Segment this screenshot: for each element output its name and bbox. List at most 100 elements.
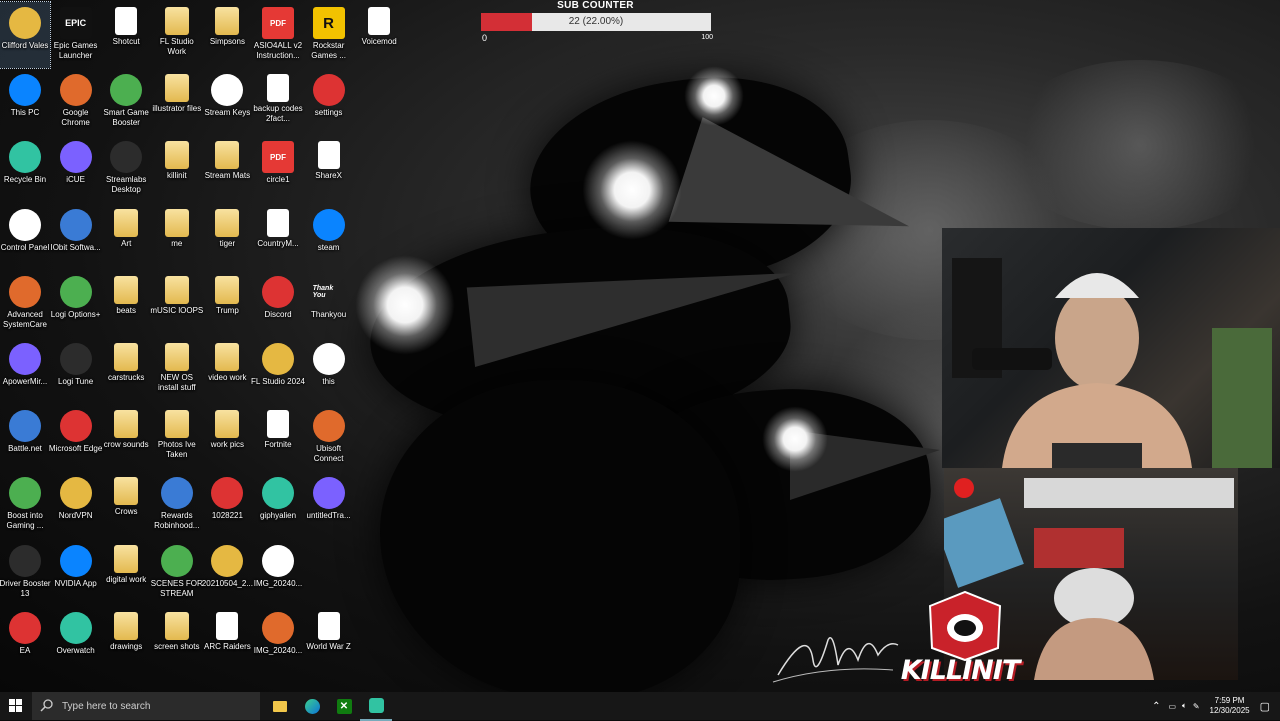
desktop-icon[interactable]: steam xyxy=(304,204,354,270)
desktop-icon[interactable]: FL Studio Work xyxy=(152,2,202,68)
desktop-icon[interactable]: mUSIC lOOPS xyxy=(150,271,203,337)
desktop-icon[interactable]: settings xyxy=(304,69,354,135)
desktop-icon[interactable]: 20210504_2... xyxy=(201,540,253,606)
desktop-icon[interactable]: EPIC Epic Games Launcher xyxy=(51,2,101,68)
desktop-icon-label: tiger xyxy=(219,238,236,248)
desktop-icon[interactable]: R Rockstar Games ... xyxy=(304,2,354,68)
desktop-icon[interactable]: Microsoft Edge xyxy=(49,405,102,471)
taskbar-edge[interactable] xyxy=(296,692,328,720)
desktop-icon[interactable]: killinit xyxy=(152,136,202,202)
desktop-icon[interactable]: Ubisoft Connect xyxy=(304,405,354,471)
desktop-icon[interactable]: Trump xyxy=(202,271,252,337)
desktop-icon[interactable]: Logi Options+ xyxy=(51,271,101,337)
folder-icon xyxy=(215,410,240,439)
desktop-icon[interactable]: IMG_20240... xyxy=(253,540,303,606)
desktop-icon[interactable]: Streamlabs Desktop xyxy=(101,136,151,202)
webcam-figure xyxy=(952,258,1272,468)
desktop-icon[interactable]: iCUE xyxy=(51,136,101,202)
notification-icon[interactable]: ▢ xyxy=(1260,700,1270,713)
desktop-icon[interactable]: Advanced SystemCare xyxy=(0,271,50,337)
desktop-icon[interactable]: beats xyxy=(101,271,151,337)
volume-icon[interactable]: 🔈︎ xyxy=(1182,701,1187,711)
desktop-icon[interactable]: ShareX xyxy=(304,136,354,202)
desktop-icon[interactable]: Clifford Vales xyxy=(0,1,51,69)
desktop-icon[interactable]: PDF circle1 xyxy=(253,136,303,202)
desktop-icon[interactable]: Recycle Bin xyxy=(0,136,50,202)
desktop-icon[interactable]: ARC Raiders xyxy=(202,607,252,673)
desktop-icon-label: 20210504_2... xyxy=(201,578,253,588)
desktop-icon-label: NEW OS install stuff xyxy=(157,373,196,392)
taskbar-streamlabs[interactable] xyxy=(360,691,392,721)
desktop-icon[interactable]: 1028221 xyxy=(202,472,252,538)
desktop-icon[interactable]: Logi Tune xyxy=(51,338,101,404)
desktop-icon[interactable]: Control Panel xyxy=(0,204,50,270)
desktop-icon[interactable]: work pics xyxy=(202,405,252,471)
edge-icon xyxy=(304,698,320,714)
desktop-icon[interactable]: Crows xyxy=(101,472,151,538)
desktop-icon[interactable]: crow sounds xyxy=(101,405,151,471)
desktop-icon[interactable]: Thank You Thankyou xyxy=(304,271,354,337)
desktop-icon[interactable]: EA xyxy=(0,607,50,673)
desktop-icon[interactable]: backup codes 2fact... xyxy=(253,69,303,135)
pen-icon[interactable]: ✎ xyxy=(1193,702,1200,711)
desktop-icon[interactable]: Overwatch xyxy=(51,607,101,673)
desktop-icon-label: Voicemod xyxy=(361,37,397,46)
start-button[interactable] xyxy=(0,692,32,720)
folder-icon xyxy=(164,410,189,439)
desktop-icon[interactable]: PDF ASIO4ALL v2 Instruction... xyxy=(253,2,303,68)
chevron-up-icon[interactable]: ⌃ xyxy=(1152,701,1160,712)
desktop-icon[interactable]: tiger xyxy=(202,204,252,270)
desktop-icon[interactable]: World War Z xyxy=(304,607,354,673)
desktop-icon[interactable]: FL Studio 2024 xyxy=(251,338,305,404)
clock[interactable]: 7:59 PM 12/30/2025 xyxy=(1210,696,1250,716)
app-icon xyxy=(59,74,92,107)
taskbar-file-explorer[interactable] xyxy=(264,692,296,720)
desktop-icon[interactable]: Driver Booster 13 xyxy=(0,540,51,606)
desktop-icon[interactable]: IMG_20240... xyxy=(253,607,303,673)
desktop-icon[interactable]: this xyxy=(304,338,354,404)
desktop-icon[interactable]: Photos Ive Taken xyxy=(152,405,202,471)
desktop-icon[interactable]: Stream Mats xyxy=(202,136,252,202)
desktop-icon[interactable]: NordVPN xyxy=(51,472,101,538)
desktop-icon-label: Rockstar Games ... xyxy=(311,41,346,60)
desktop-icon[interactable]: Rewards Robinhood... xyxy=(152,472,202,538)
desktop-icon[interactable]: Voicemod xyxy=(354,2,404,68)
desktop-icon[interactable]: digital work xyxy=(101,540,151,606)
desktop-icon[interactable]: video work xyxy=(202,338,252,404)
taskbar-xbox[interactable]: ✕ xyxy=(328,692,360,720)
desktop-icon[interactable]: Boost into Gaming ... xyxy=(0,472,50,538)
app-icon xyxy=(262,544,294,577)
desktop-icon[interactable]: Art xyxy=(101,204,151,270)
desktop-icon[interactable]: screen shots xyxy=(152,607,202,673)
desktop-icon[interactable]: CountryM... xyxy=(253,204,303,270)
desktop-icon[interactable]: Google Chrome xyxy=(51,69,101,135)
desktop-icon[interactable]: Smart Game Booster xyxy=(101,69,151,135)
desktop-icon[interactable]: Shotcut xyxy=(101,2,151,68)
desktop-icon[interactable]: IObit Softwa... xyxy=(50,204,101,270)
desktop-icon[interactable]: untitledTra... xyxy=(304,472,354,538)
desktop-icon[interactable]: giphyalien xyxy=(253,472,303,538)
desktop-icon[interactable]: SCENES FOR STREAM xyxy=(151,540,203,606)
desktop-icon-label: illustrator files xyxy=(152,104,202,114)
desktop-icon[interactable]: Stream Keys xyxy=(202,69,252,135)
desktop-icon-label: Shotcut xyxy=(112,37,140,46)
desktop-icon-label: giphyalien xyxy=(259,511,297,521)
file-icon xyxy=(216,611,239,640)
desktop-icon-label: settings xyxy=(314,108,343,118)
desktop-icon[interactable]: illustrator files xyxy=(152,69,202,135)
desktop-icon[interactable]: NEW OS install stuff xyxy=(152,338,202,404)
desktop-icon[interactable]: Discord xyxy=(253,271,303,337)
desktop-icon[interactable]: Battle.net xyxy=(0,405,50,471)
desktop-icon-label: Streamlabs Desktop xyxy=(105,175,147,195)
taskbar-search[interactable]: Type here to search xyxy=(32,692,260,720)
desktop-icon[interactable]: NVIDIA App xyxy=(51,540,101,606)
desktop-icon[interactable]: This PC xyxy=(0,69,50,135)
desktop-icon[interactable]: Fortnite xyxy=(253,405,303,471)
desktop-icon[interactable]: me xyxy=(152,204,202,270)
desktop-icon[interactable]: carstrucks xyxy=(101,338,151,404)
desktop-icon-label: Fortnite xyxy=(264,440,292,450)
desktop-icon[interactable]: drawings xyxy=(101,607,151,673)
desktop-icon[interactable]: Simpsons xyxy=(202,2,252,68)
network-icon[interactable]: ▭ xyxy=(1168,702,1176,711)
desktop-icon[interactable]: ApowerMir... xyxy=(0,338,50,404)
